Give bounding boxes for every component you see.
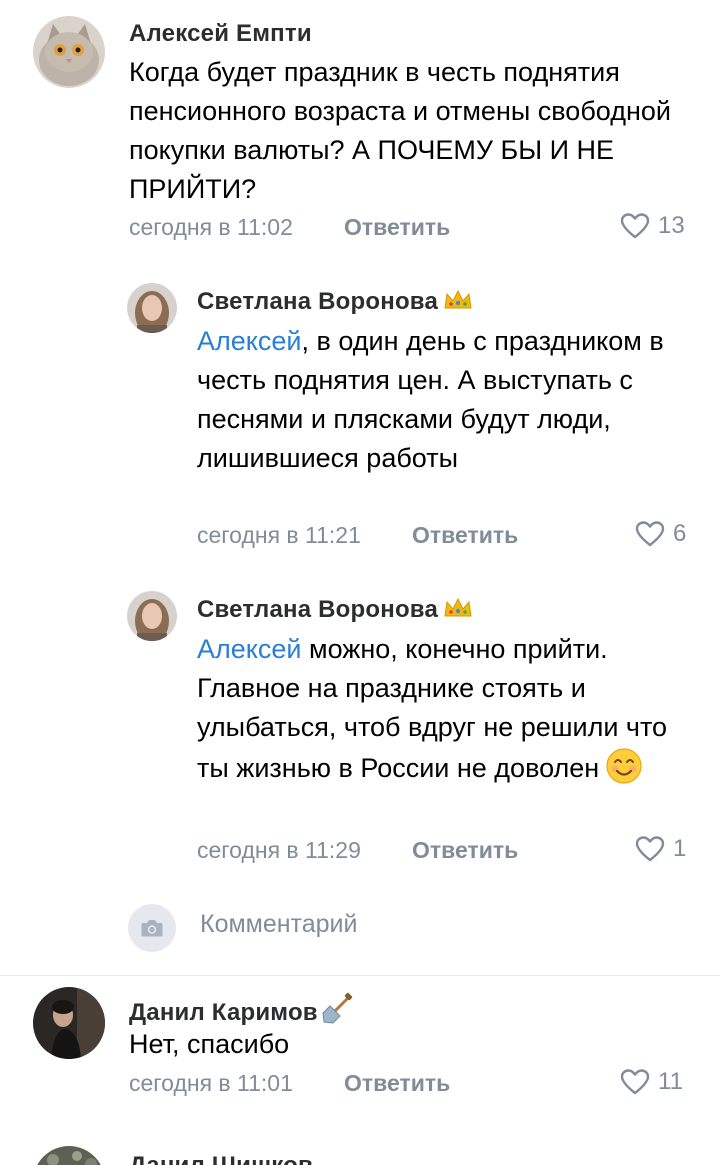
reply-comment-item: Светлана Воронова Алексей можно, конечно…	[0, 578, 720, 878]
reply-button[interactable]: Ответить	[344, 1070, 450, 1097]
crown-emoji-icon	[442, 596, 474, 627]
avatar[interactable]	[33, 987, 105, 1059]
avatar[interactable]	[33, 16, 105, 88]
heart-outline-icon	[635, 836, 665, 862]
comment-item: Данил Каримов Нет, спасибо сегодня в 11:…	[0, 978, 720, 1108]
reply-comment-item: Светлана Воронова Алексей, в один день с…	[0, 270, 720, 560]
comment-timestamp: сегодня в 11:29	[197, 837, 361, 863]
mention-link[interactable]: Алексей	[197, 634, 302, 664]
comment-item: Данил Шишков	[0, 1140, 720, 1165]
comment-author[interactable]: Светлана Воронова	[197, 288, 474, 319]
comment-author[interactable]: Светлана Воронова	[197, 596, 474, 627]
mention-link[interactable]: Алексей	[197, 326, 302, 356]
heart-outline-icon	[620, 1069, 650, 1095]
avatar[interactable]	[33, 1146, 105, 1165]
camera-icon	[141, 920, 163, 937]
reply-composer	[0, 900, 720, 954]
heart-outline-icon	[635, 521, 665, 547]
like-button[interactable]: 11	[620, 1068, 683, 1096]
comment-timestamp: сегодня в 11:02	[129, 214, 293, 240]
like-count: 13	[658, 212, 685, 239]
comment-text: Нет, спасибо	[129, 1029, 290, 1059]
comment-item: Алексей Емпти Когда будет праздник в чес…	[0, 0, 720, 260]
smiling-face-emoji-icon	[605, 747, 643, 796]
crown-emoji-icon	[442, 288, 474, 319]
avatar[interactable]	[127, 283, 177, 333]
comment-timestamp: сегодня в 11:01	[129, 1070, 293, 1096]
like-button[interactable]: 1	[635, 835, 686, 863]
reply-button[interactable]: Ответить	[412, 522, 518, 549]
comment-author[interactable]: Алексей Емпти	[129, 20, 312, 48]
divider	[0, 975, 720, 976]
comment-input[interactable]	[200, 910, 650, 939]
comment-author[interactable]: Данил Шишков	[129, 1152, 313, 1165]
comment-text: Алексей, в один день с праздником в чест…	[197, 326, 664, 473]
reply-button[interactable]: Ответить	[412, 837, 518, 864]
like-button[interactable]: 6	[635, 520, 686, 548]
attach-photo-button[interactable]	[128, 904, 176, 952]
like-count: 11	[658, 1068, 683, 1095]
heart-outline-icon	[620, 213, 650, 239]
reply-button[interactable]: Ответить	[344, 214, 450, 241]
avatar[interactable]	[127, 591, 177, 641]
like-button[interactable]: 13	[620, 212, 685, 240]
comment-text: Алексей можно, конечно прийти. Главное н…	[197, 630, 677, 796]
like-count: 1	[673, 835, 687, 862]
like-count: 6	[673, 520, 687, 547]
comment-text: Когда будет праздник в честь поднятия пе…	[129, 57, 671, 204]
comment-timestamp: сегодня в 11:21	[197, 522, 361, 548]
